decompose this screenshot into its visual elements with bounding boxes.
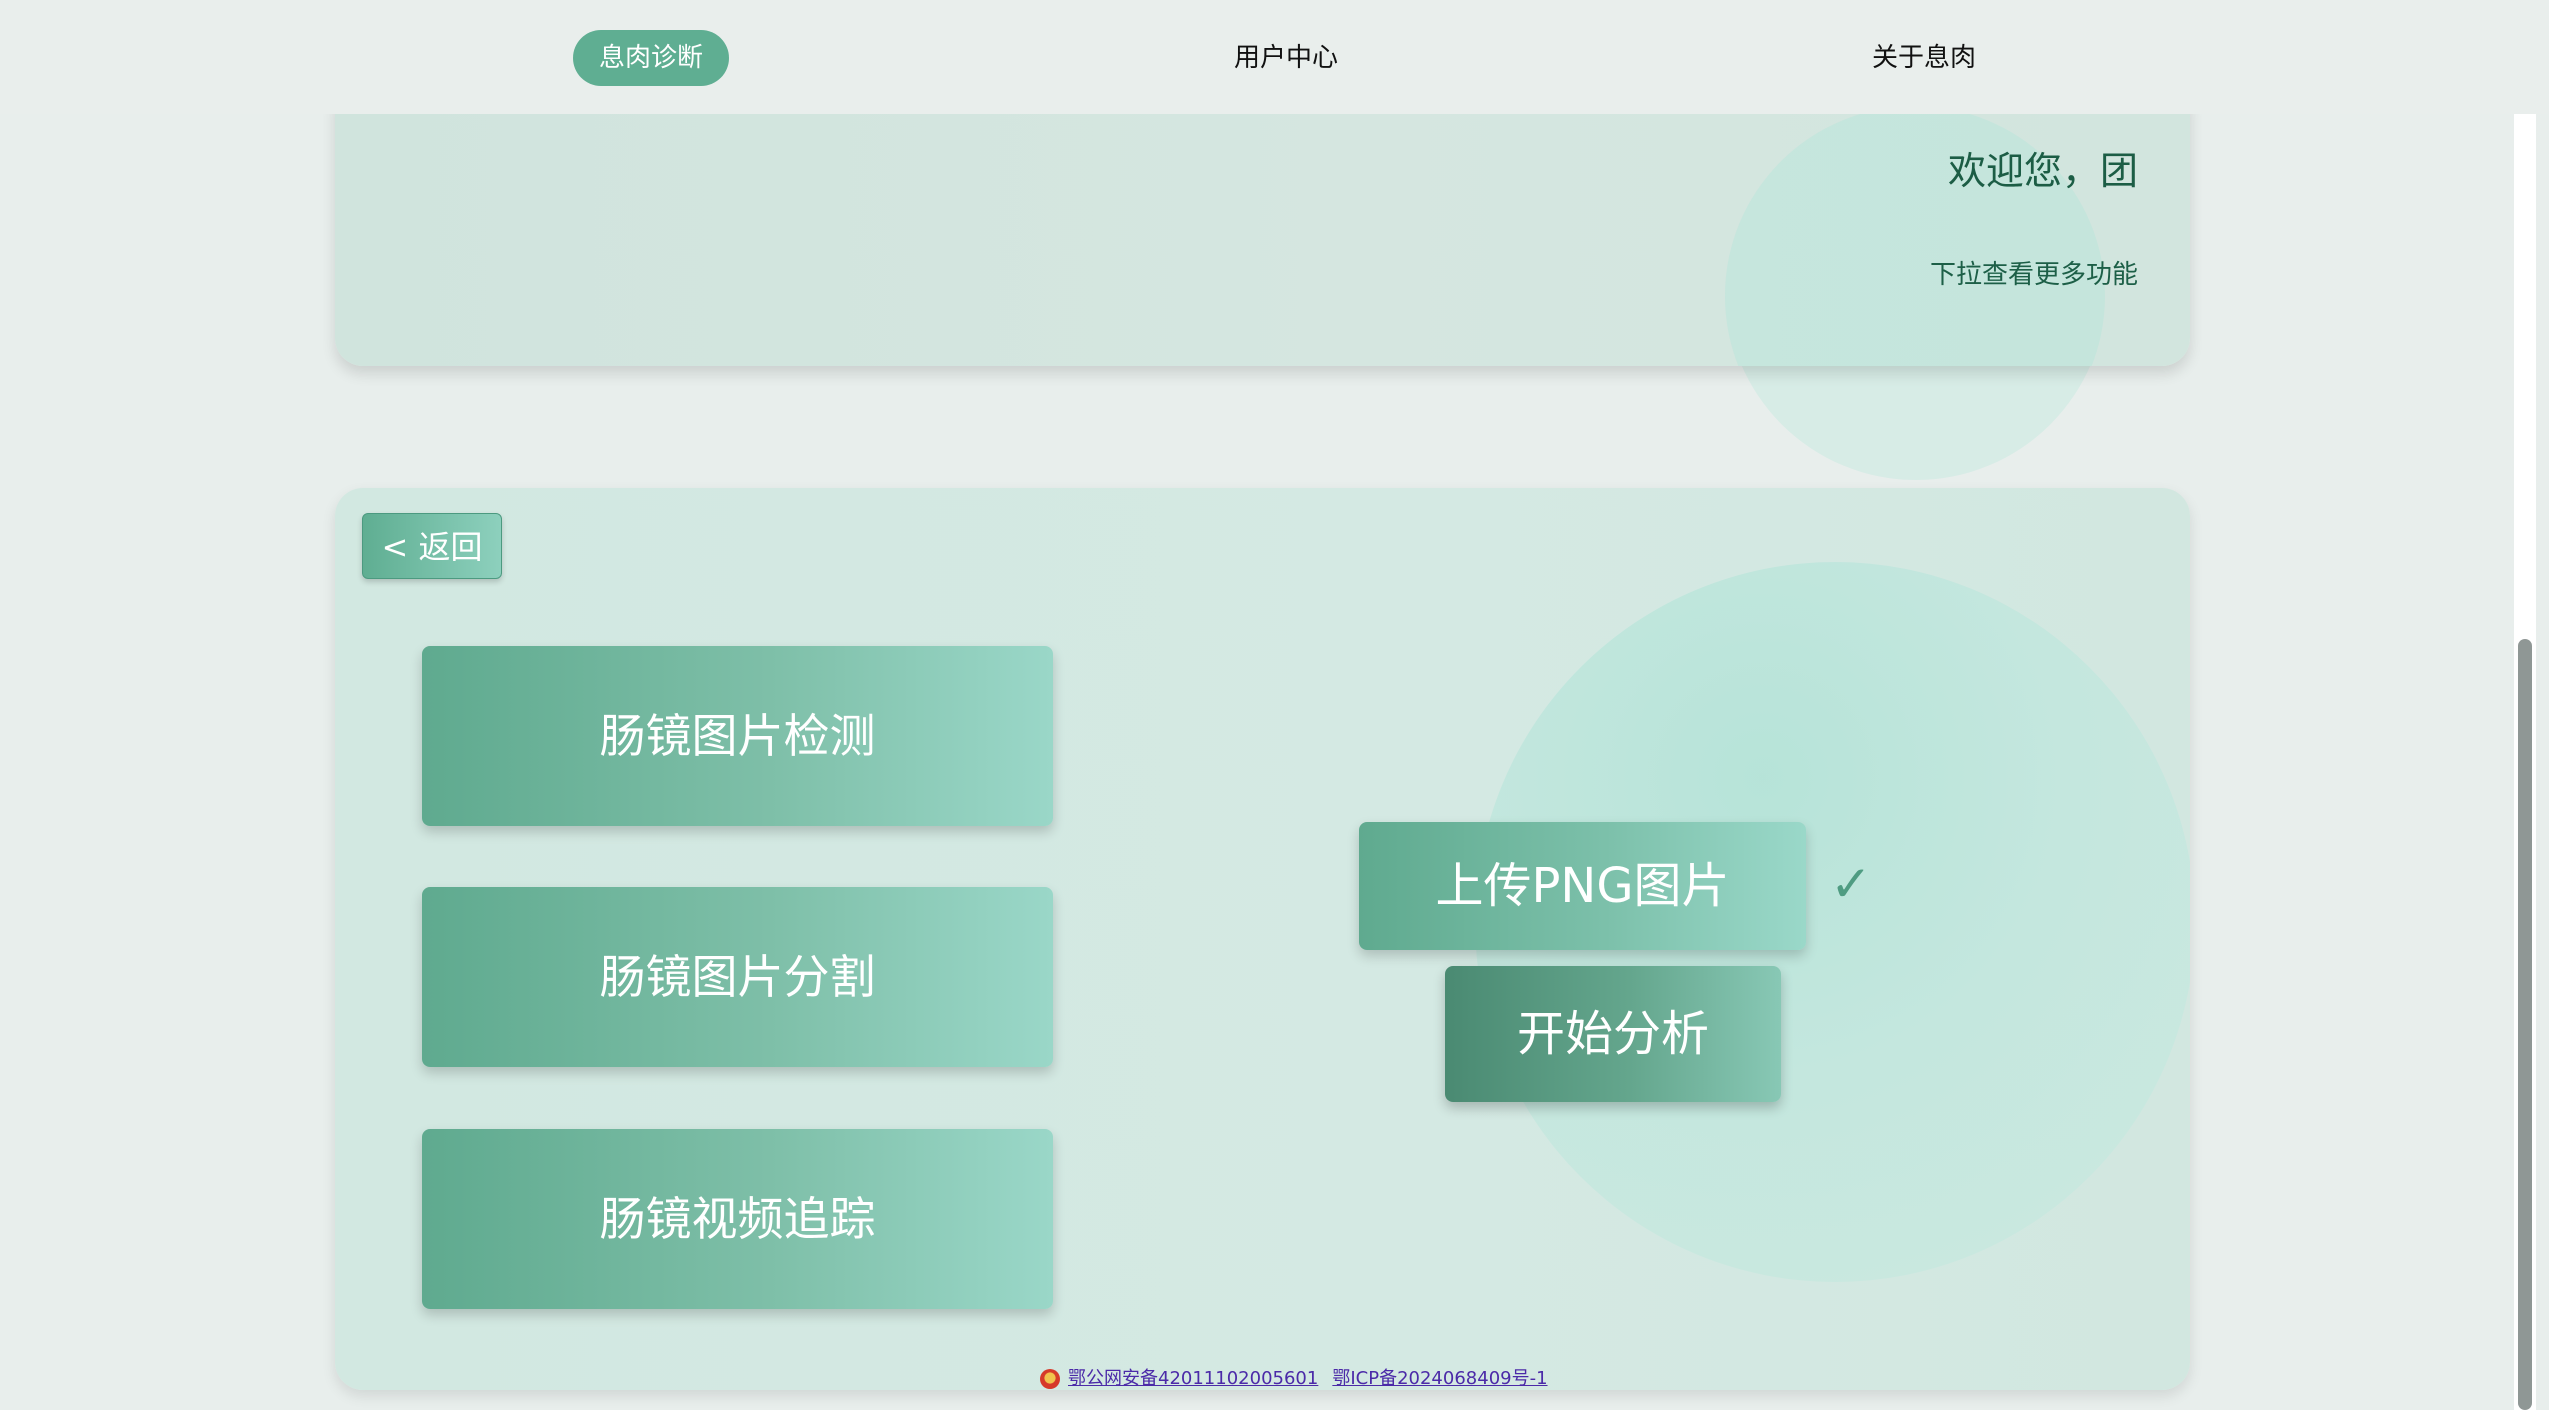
- back-button[interactable]: < 返回: [362, 513, 502, 579]
- scroll-hint: 下拉查看更多功能: [1929, 260, 2138, 290]
- function-panel: < 返回 肠镜图片检测 肠镜图片分割 肠镜视频追踪 上传PNG图片 ✓ 开始分析: [335, 488, 2190, 1390]
- video-tracking-button[interactable]: 肠镜视频追踪: [422, 1129, 1053, 1309]
- image-segmentation-button[interactable]: 肠镜图片分割: [422, 887, 1053, 1067]
- welcome-title: 欢迎您，团: [1947, 149, 2138, 193]
- top-nav: 息肉诊断 用户中心 关于息肉: [0, 0, 2549, 114]
- icp-filing-link[interactable]: 鄂ICP备2024068409号-1: [1332, 1368, 1547, 1389]
- page: 息肉诊断 用户中心 关于息肉 欢迎您，团 下拉查看更多功能 < 返回 肠镜图片检…: [0, 0, 2549, 1410]
- upload-png-button[interactable]: 上传PNG图片: [1359, 822, 1806, 950]
- welcome-card: 欢迎您，团 下拉查看更多功能: [335, 96, 2190, 366]
- nav-item-polyp-diagnosis[interactable]: 息肉诊断: [573, 30, 730, 86]
- nav-item-user-center[interactable]: 用户中心: [1200, 30, 1372, 86]
- scrollbar-thumb[interactable]: [2518, 639, 2532, 1410]
- police-badge-icon: [1040, 1369, 1060, 1389]
- image-detection-button[interactable]: 肠镜图片检测: [422, 646, 1053, 826]
- vertical-scrollbar[interactable]: [2514, 114, 2536, 1410]
- start-analysis-button[interactable]: 开始分析: [1445, 966, 1781, 1102]
- nav-item-about-polyp[interactable]: 关于息肉: [1838, 30, 2010, 86]
- public-security-filing-link[interactable]: 鄂公网安备42011102005601: [1068, 1368, 1318, 1389]
- check-icon: ✓: [1830, 855, 1872, 913]
